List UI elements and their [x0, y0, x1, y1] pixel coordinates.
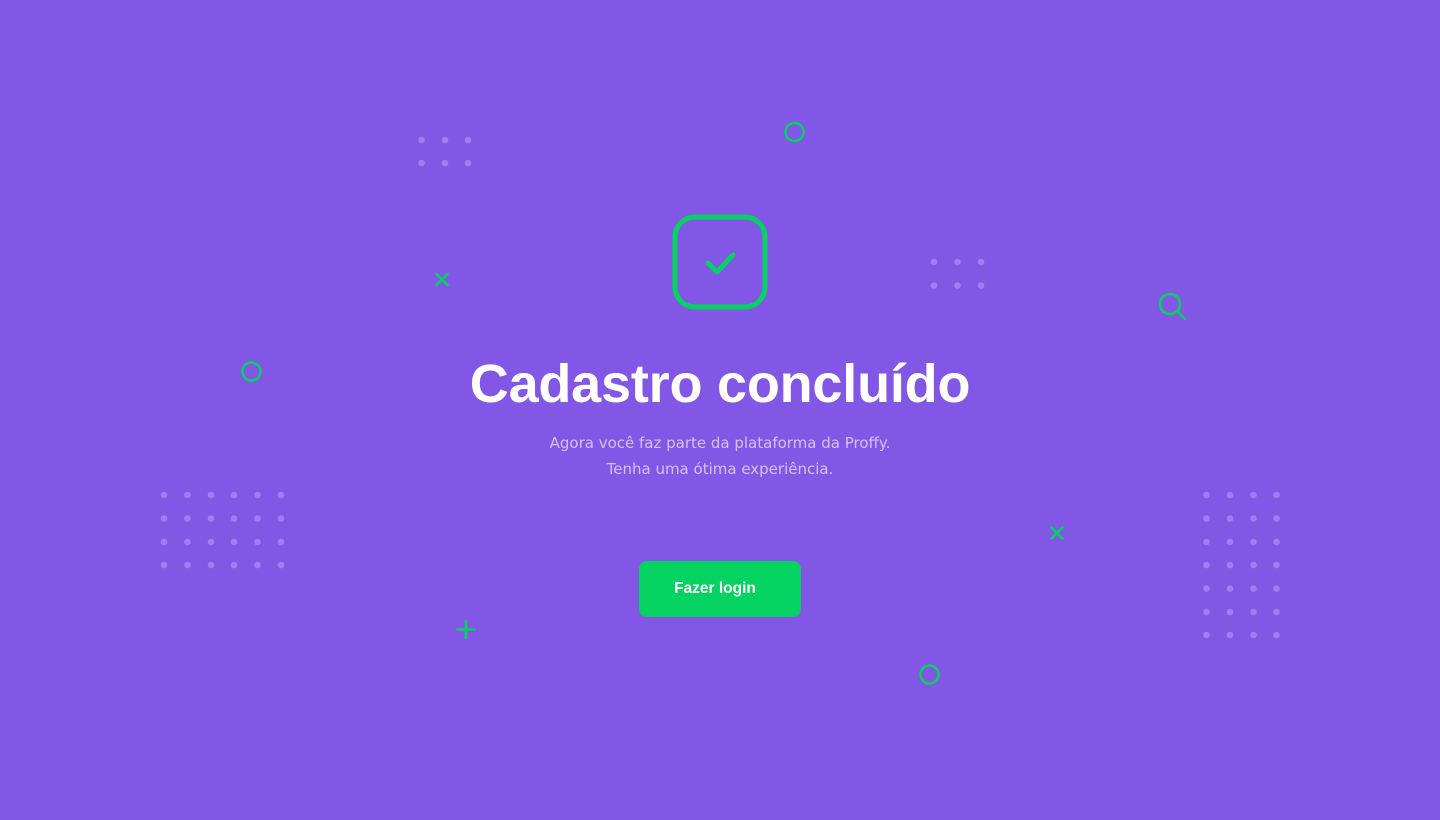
success-page: Cadastro concluído Agora você faz parte … [0, 0, 1440, 820]
description-line-2: Tenha uma ótima experiência. [606, 460, 834, 478]
dot-grid-right [1203, 491, 1280, 639]
circle-icon [784, 121, 805, 143]
circle-icon [241, 361, 262, 382]
plus-icon [456, 619, 476, 640]
description-line-1: Agora você faz parte da plataforma da Pr… [549, 434, 891, 452]
circle-icon [919, 664, 940, 685]
dot-grid-top-right [930, 258, 985, 289]
search-icon [1158, 292, 1187, 321]
page-title: Cadastro concluído [469, 354, 971, 414]
x-icon [1050, 526, 1064, 540]
dot-grid-top-left [418, 136, 472, 167]
login-button[interactable]: Fazer login [639, 561, 801, 617]
success-description: Agora você faz parte da plataforma da Pr… [420, 430, 1020, 482]
dot-grid-left [160, 491, 285, 569]
check-icon [672, 214, 768, 310]
x-icon [435, 272, 449, 287]
